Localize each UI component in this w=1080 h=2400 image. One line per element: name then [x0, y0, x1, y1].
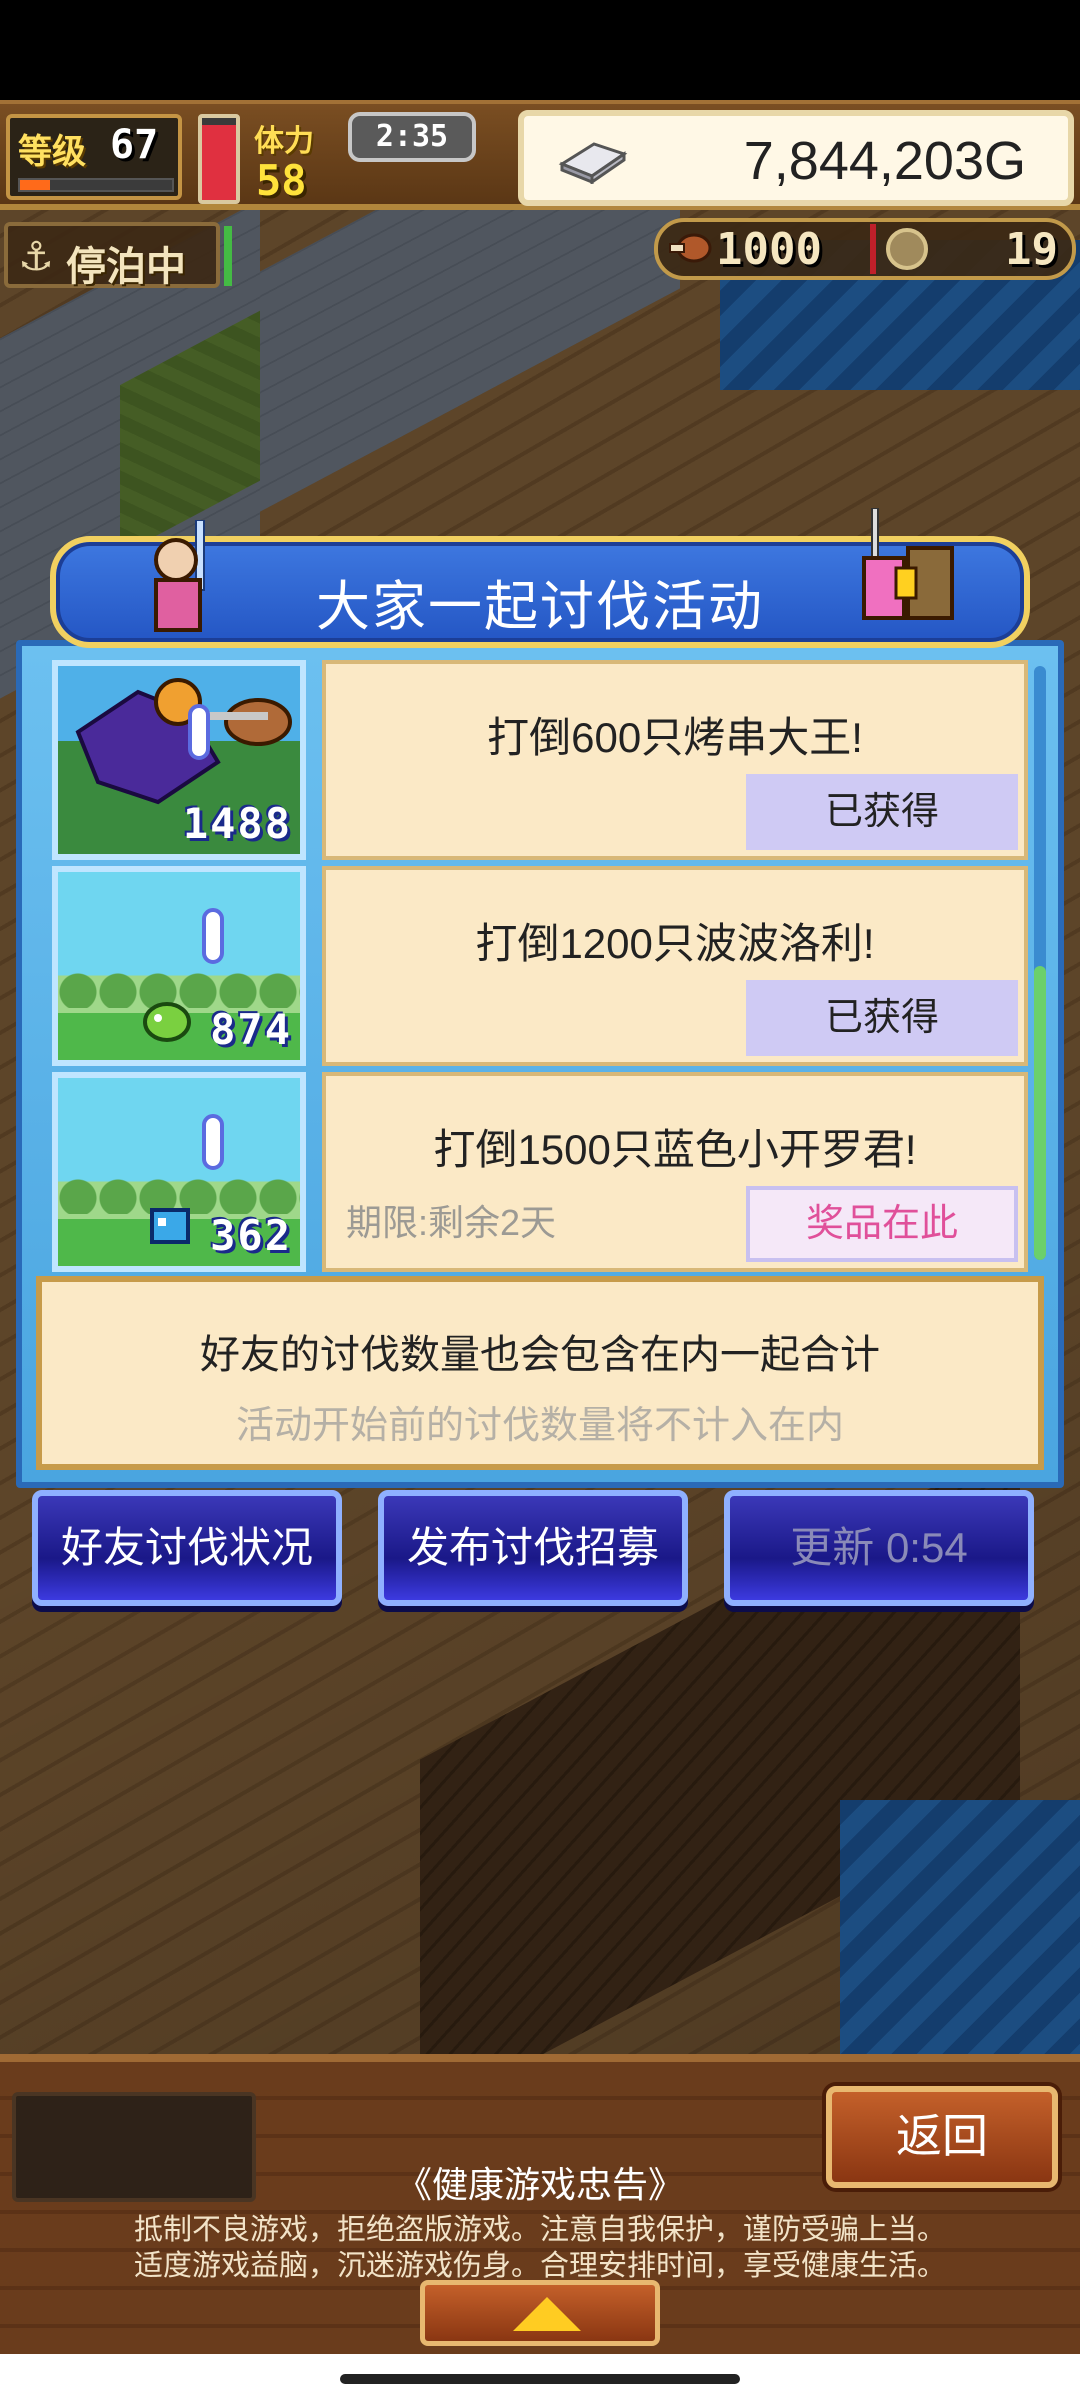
skewer-king-sprite-icon [75, 678, 292, 805]
scroll-thumb[interactable] [1034, 966, 1046, 1260]
post-recruit-button[interactable]: 发布讨伐招募 [378, 1490, 688, 1606]
stamina-fill [202, 124, 236, 200]
coin-value: 19 [1005, 224, 1058, 275]
bottom-bar: 返回 《健康游戏忠告》 抵制不良游戏，拒绝盗版游戏。注意自我保护，谨防受骗上当。… [0, 2054, 1080, 2354]
event-panel: 1488 打倒600只烤串大王! 已获得 874 打倒1200只波波洛利! 已获… [16, 640, 1064, 1488]
alert-icon [202, 1114, 224, 1170]
gold-value: 7,844,203G [743, 131, 1026, 191]
task-text: 打倒600只烤串大王! [487, 714, 863, 761]
task-list-scrollbar[interactable] [1034, 666, 1046, 1260]
event-note: 好友的讨伐数量也会包含在内一起合计 活动开始前的讨伐数量将不计入在内 [36, 1276, 1044, 1470]
task-row: 1488 打倒600只烤串大王! 已获得 [52, 660, 1028, 860]
refresh-button[interactable]: 更新 0:54 [724, 1490, 1034, 1606]
task-thumbnail: 1488 [52, 660, 306, 860]
meat-icon [669, 233, 712, 263]
coin-icon [886, 228, 928, 270]
top-hud: 等级 67 体力 58 2:35 7,844,203G [0, 100, 1080, 210]
task-card: 打倒1500只蓝色小开罗君! 期限:剩余2天 奖品在此 [322, 1072, 1028, 1272]
poporoli-sprite-icon [143, 1002, 191, 1042]
defeat-count: 1488 [182, 799, 292, 848]
stamina-value: 58 [256, 156, 307, 205]
level-label: 等级 [18, 132, 86, 172]
moored-badge: ⚓ 停泊中 [4, 222, 220, 290]
claim-reward-button[interactable]: 奖品在此 [746, 1186, 1018, 1262]
task-thumbnail: 874 [52, 866, 306, 1066]
alert-icon [202, 908, 224, 964]
gold-box[interactable]: 7,844,203G [518, 110, 1074, 206]
level-box[interactable]: 等级 67 [6, 114, 182, 200]
moored-label: 停泊中 [66, 244, 186, 290]
stamina-gauge [198, 114, 240, 204]
meat-value: 1000 [716, 224, 822, 275]
up-arrow-icon [513, 2297, 581, 2331]
exp-fill [20, 180, 51, 190]
defeat-count: 874 [210, 1005, 292, 1054]
task-card: 打倒600只烤串大王! 已获得 [322, 660, 1028, 860]
resource-box[interactable]: 1000 19 [654, 218, 1076, 280]
stamina-timer: 2:35 [348, 112, 476, 162]
home-indicator[interactable] [340, 2374, 740, 2384]
task-text: 打倒1200只波波洛利! [475, 920, 875, 967]
event-header: 大家一起讨伐活动 [50, 508, 1030, 648]
claimed-button[interactable]: 已获得 [746, 980, 1018, 1056]
exp-bar [18, 178, 174, 192]
task-row: 874 打倒1200只波波洛利! 已获得 [52, 866, 1028, 1066]
alert-icon [188, 704, 210, 760]
task-card: 打倒1200只波波洛利! 已获得 [322, 866, 1028, 1066]
anchor-icon: ⚓ [18, 234, 54, 280]
friends-status-button[interactable]: 好友讨伐状况 [32, 1490, 342, 1606]
note-main-text: 好友的讨伐数量也会包含在内一起合计 [200, 1333, 880, 1377]
expand-menu-button[interactable] [420, 2280, 660, 2346]
health-notice-title: 《健康游戏忠告》 [395, 2164, 684, 2205]
stamina-box[interactable]: 体力 58 2:35 [248, 112, 488, 206]
system-nav-area [0, 2354, 1080, 2400]
moored-indicator [224, 226, 232, 286]
health-notice-line: 适度游戏益脑，沉迷游戏伤身。合理安排时间，享受健康生活。 [133, 2250, 946, 2282]
resource-divider [870, 224, 876, 274]
deadline-label: 期限:剩余2天 [346, 1202, 557, 1243]
silver-bar-icon [558, 142, 628, 184]
party-sprites-icon [862, 508, 954, 620]
task-thumbnail: 362 [52, 1072, 306, 1272]
stamina-label: 体力 [254, 124, 314, 159]
level-value: 67 [110, 122, 159, 168]
claimed-button[interactable]: 已获得 [746, 774, 1018, 850]
task-row: 362 打倒1500只蓝色小开罗君! 期限:剩余2天 奖品在此 [52, 1072, 1028, 1272]
note-sub-text: 活动开始前的讨伐数量将不计入在内 [235, 1405, 844, 1447]
task-text: 打倒1500只蓝色小开罗君! [433, 1126, 917, 1173]
defeat-count: 362 [210, 1211, 292, 1260]
blue-kairo-sprite-icon [150, 1208, 190, 1244]
